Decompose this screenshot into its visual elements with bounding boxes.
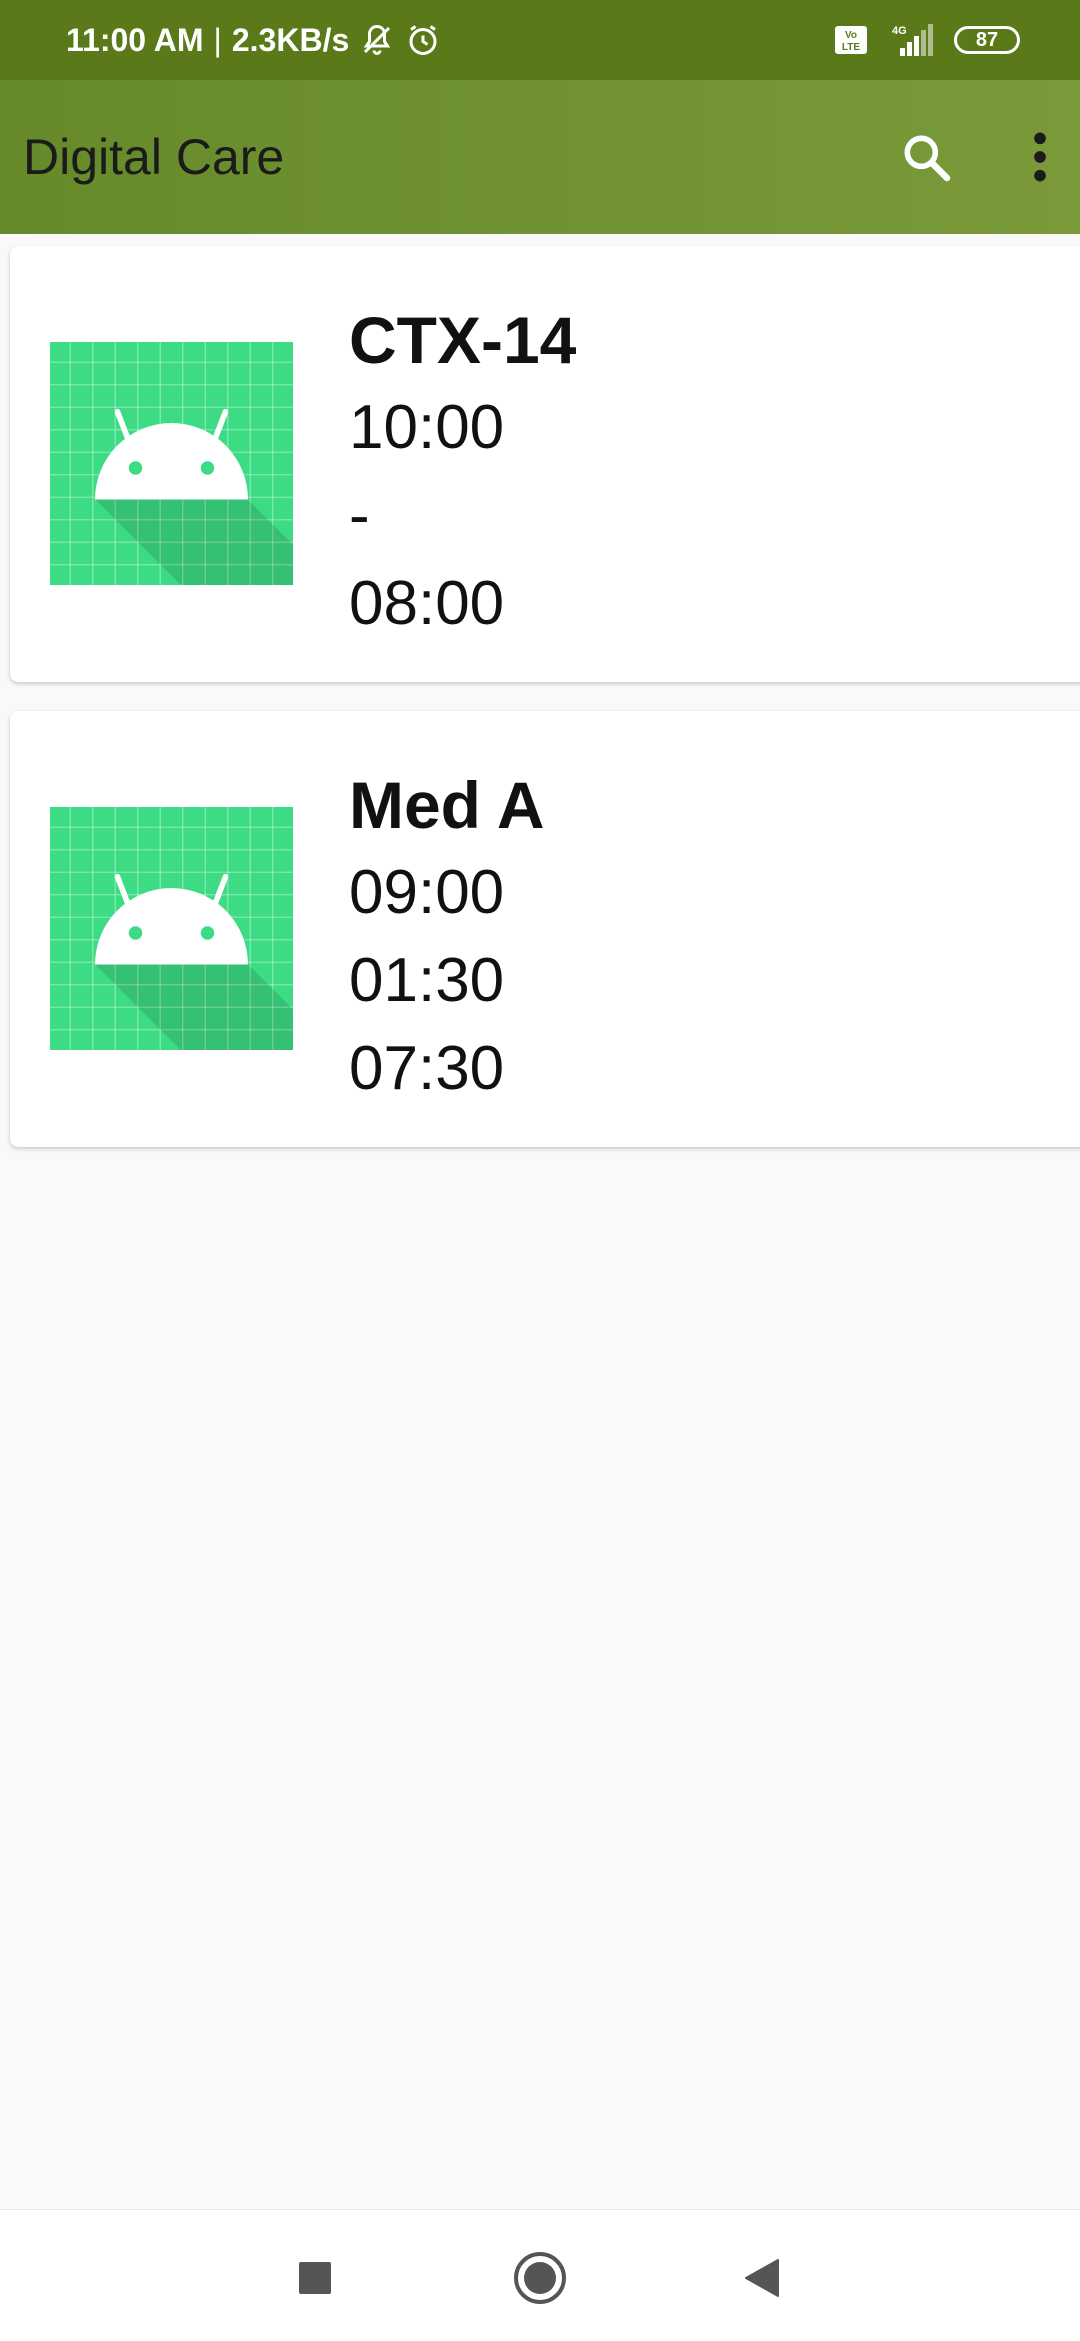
- medication-details: Med A 09:00 01:30 07:30: [349, 761, 545, 1113]
- app-title: Digital Care: [23, 129, 285, 185]
- medication-name: Med A: [349, 768, 545, 842]
- svg-text:Vo: Vo: [845, 30, 857, 41]
- medication-card[interactable]: Med A 09:00 01:30 07:30: [10, 711, 1080, 1147]
- recents-button[interactable]: [285, 2248, 345, 2308]
- network-speed: 2.3KB/s: [231, 21, 350, 58]
- svg-text:4G: 4G: [892, 25, 907, 37]
- alarm-icon: [405, 22, 441, 58]
- app-bar: Digital Care: [0, 80, 1080, 234]
- more-vert-icon: [1034, 132, 1046, 182]
- home-button[interactable]: [510, 2248, 570, 2308]
- home-circle-icon: [514, 2252, 566, 2304]
- battery-indicator: 87: [954, 26, 1020, 54]
- recents-square-icon: [299, 2262, 331, 2294]
- mute-notifications-icon: [359, 22, 395, 58]
- status-right: Vo LTE 4G 87: [834, 22, 1020, 58]
- status-left: 11:00 AM | 2.3KB/s: [66, 22, 441, 59]
- status-time: 11:00 AM: [66, 21, 204, 58]
- back-button[interactable]: [732, 2248, 792, 2308]
- medication-time-1: 09:00: [349, 858, 505, 927]
- status-separator: |: [213, 21, 222, 58]
- back-triangle-icon: [745, 2259, 779, 2297]
- android-placeholder-icon: [50, 342, 293, 585]
- medication-card[interactable]: CTX-14 10:00 - 08:00: [10, 246, 1080, 682]
- medication-time-3: 08:00: [349, 569, 505, 638]
- medication-time-2: -: [349, 481, 370, 550]
- volte-icon: Vo LTE: [834, 25, 868, 55]
- status-bar: 11:00 AM | 2.3KB/s Vo LTE 4G 87: [0, 0, 1080, 80]
- search-button[interactable]: [886, 117, 966, 197]
- system-navigation-bar: [0, 2209, 1080, 2341]
- search-icon: [904, 135, 951, 182]
- medication-time-3: 07:30: [349, 1034, 505, 1103]
- more-options-button[interactable]: [1000, 117, 1080, 197]
- medication-time-1: 10:00: [349, 393, 505, 462]
- android-placeholder-icon: [50, 807, 293, 1050]
- medication-details: CTX-14 10:00 - 08:00: [349, 296, 576, 648]
- medication-time-2: 01:30: [349, 946, 505, 1015]
- medication-name: CTX-14: [349, 303, 577, 377]
- svg-text:LTE: LTE: [842, 42, 860, 53]
- signal-4g-icon: 4G: [886, 22, 936, 58]
